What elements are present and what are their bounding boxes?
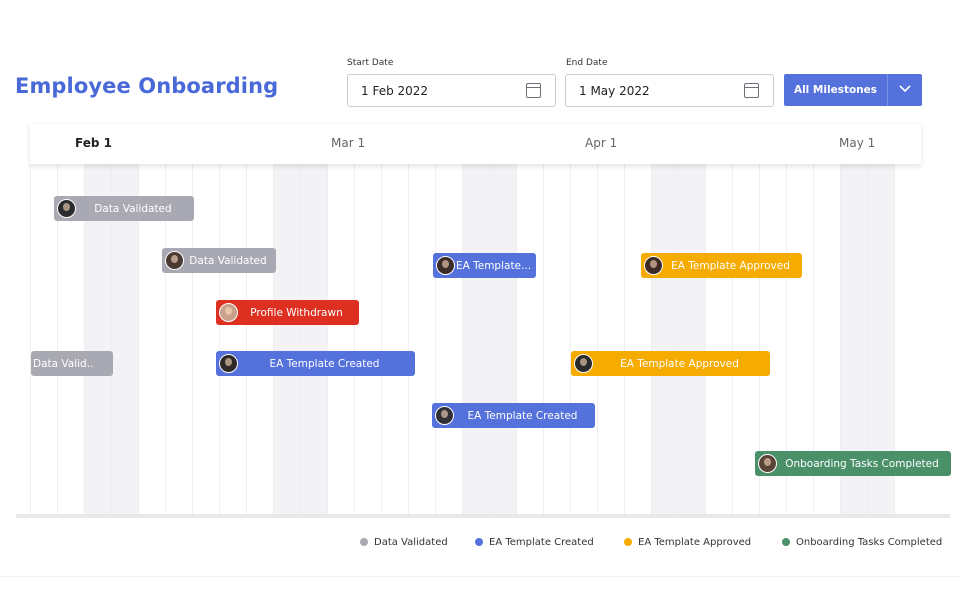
grid-line xyxy=(462,164,463,516)
avatar xyxy=(219,354,238,373)
grid-line xyxy=(543,164,544,516)
milestone-bar-ea-template-created[interactable]: EA Template... xyxy=(433,253,536,278)
calendar-icon[interactable] xyxy=(744,83,759,98)
legend-dot xyxy=(360,538,368,546)
start-date-value: 1 Feb 2022 xyxy=(361,84,429,98)
grid-line xyxy=(327,164,328,516)
milestone-bar-ea-template-approved[interactable]: EA Template Approved xyxy=(571,351,770,376)
milestone-bar-ea-template-approved[interactable]: EA Template Approved xyxy=(641,253,802,278)
legend-label: Data Validated xyxy=(374,536,448,548)
avatar xyxy=(758,454,777,473)
timeline-bottom-divider xyxy=(16,514,950,518)
avatar xyxy=(644,256,663,275)
milestone-bar-label: EA Template Approved xyxy=(671,259,790,272)
milestone-bar-label: EA Template Created xyxy=(467,409,578,422)
grid-line xyxy=(570,164,571,516)
grid-line xyxy=(516,164,517,516)
milestone-bar-data-validated[interactable]: Data Validated xyxy=(54,196,194,221)
month-label-mar: Mar 1 xyxy=(331,136,366,150)
legend-item-onboarding-tasks-completed: Onboarding Tasks Completed xyxy=(782,535,942,549)
grid-line xyxy=(354,164,355,516)
end-date-value: 1 May 2022 xyxy=(579,84,650,98)
legend-dot xyxy=(782,538,790,546)
end-date-field[interactable]: 1 May 2022 xyxy=(565,74,774,107)
milestone-bar-data-validated[interactable]: Data Valid.. xyxy=(31,351,113,376)
avatar xyxy=(435,406,454,425)
footer-divider xyxy=(0,576,960,577)
milestone-bar-ea-template-created[interactable]: EA Template Created xyxy=(432,403,595,428)
milestone-bar-label: Data Validated xyxy=(94,202,172,215)
milestone-bar-label: Profile Withdrawn xyxy=(250,306,343,319)
legend-label: EA Template Created xyxy=(489,536,594,548)
month-label-may: May 1 xyxy=(839,136,876,150)
milestone-bar-profile-withdrawn[interactable]: Profile Withdrawn xyxy=(216,300,359,325)
grid-line xyxy=(381,164,382,516)
milestone-bar-label: EA Template Approved xyxy=(620,357,739,370)
grid-line xyxy=(30,164,31,516)
page-title: Employee Onboarding xyxy=(15,74,279,98)
avatar xyxy=(219,303,238,322)
grid-line xyxy=(678,164,679,516)
grid-line xyxy=(273,164,274,516)
legend-label: Onboarding Tasks Completed xyxy=(796,536,943,548)
grid-line xyxy=(651,164,652,516)
grid-line xyxy=(489,164,490,516)
month-label-feb: Feb 1 xyxy=(75,136,112,150)
timeline-header: Feb 1 Mar 1 Apr 1 May 1 xyxy=(30,124,921,164)
milestone-bar-label: Onboarding Tasks Completed xyxy=(785,457,939,470)
chevron-down-icon xyxy=(899,85,911,93)
grid-line xyxy=(219,164,220,516)
grid-line xyxy=(435,164,436,516)
grid-line xyxy=(597,164,598,516)
legend-item-data-validated: Data Validated xyxy=(360,535,448,549)
avatar xyxy=(57,199,76,218)
legend-label: EA Template Approved xyxy=(638,536,752,548)
month-label-apr: Apr 1 xyxy=(585,136,618,150)
milestone-bar-label: Data Validated xyxy=(189,254,267,267)
grid-line xyxy=(408,164,409,516)
milestone-bar-label: EA Template Created xyxy=(269,357,380,370)
avatar xyxy=(574,354,593,373)
milestone-bar-ea-template-created[interactable]: EA Template Created xyxy=(216,351,415,376)
milestones-dropdown-toggle[interactable] xyxy=(887,74,922,106)
grid-line xyxy=(705,164,706,516)
milestone-bar-label: Data Valid.. xyxy=(33,357,94,370)
legend-item-ea-template-approved: EA Template Approved xyxy=(624,535,751,549)
avatar xyxy=(436,256,455,275)
legend-dot xyxy=(624,538,632,546)
end-date-label: End Date xyxy=(566,58,608,68)
legend-dot xyxy=(475,538,483,546)
calendar-icon[interactable] xyxy=(526,83,541,98)
grid-line xyxy=(246,164,247,516)
legend-item-ea-template-created: EA Template Created xyxy=(475,535,594,549)
start-date-field[interactable]: 1 Feb 2022 xyxy=(347,74,556,107)
grid-line xyxy=(624,164,625,516)
milestone-bar-onboarding-tasks-completed[interactable]: Onboarding Tasks Completed xyxy=(755,451,951,476)
avatar xyxy=(165,251,184,270)
start-date-label: Start Date xyxy=(347,58,394,68)
milestone-bar-data-validated[interactable]: Data Validated xyxy=(162,248,276,273)
grid-line xyxy=(300,164,301,516)
all-milestones-button[interactable]: All Milestones xyxy=(784,74,887,106)
milestone-bar-label: EA Template... xyxy=(455,259,532,272)
grid-line xyxy=(732,164,733,516)
